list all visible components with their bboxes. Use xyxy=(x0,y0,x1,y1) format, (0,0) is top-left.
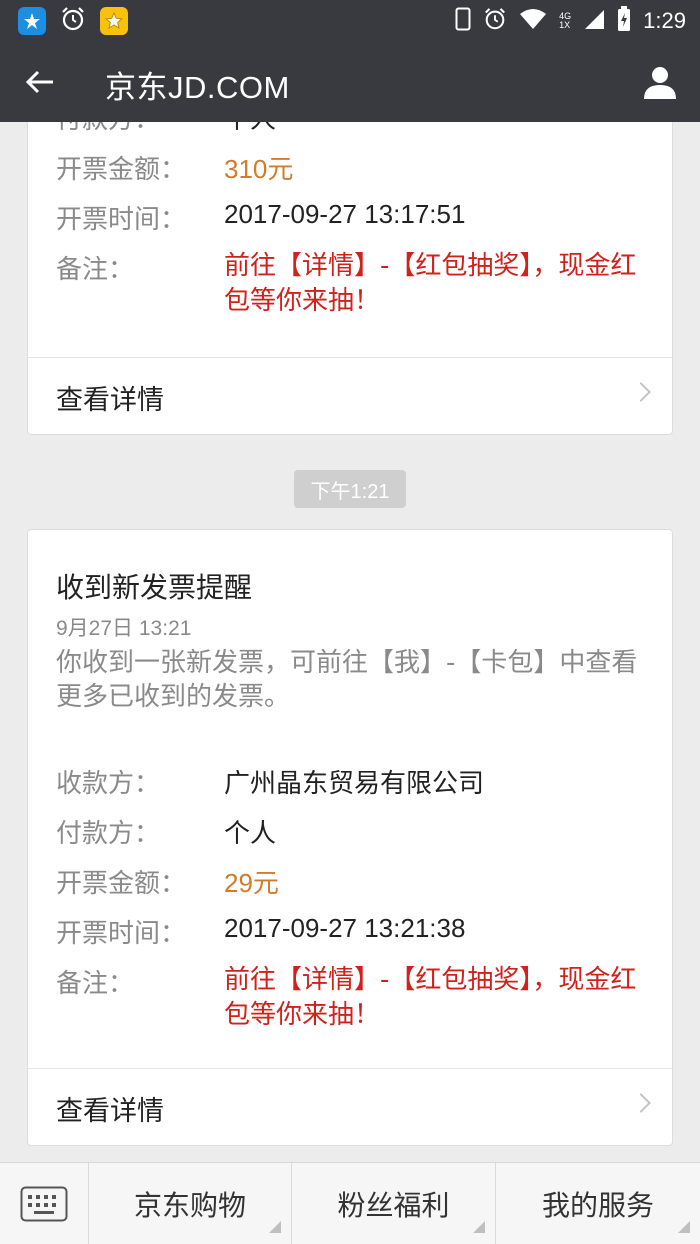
network-sub-label: 1X xyxy=(559,20,571,30)
invoice-time-value: 2017-09-27 13:17:51 xyxy=(224,199,466,229)
keyboard-toggle-button[interactable] xyxy=(0,1163,88,1244)
message-title: 收到新发票提醒 xyxy=(56,571,253,604)
amount-label: 开票金额： xyxy=(56,155,187,185)
phone-frame-icon xyxy=(455,7,471,35)
invoice-message-card: 付款方： 个人 开票金额： 310元 开票时间： 2017-09-27 13:1… xyxy=(27,122,673,435)
payer-label: 付款方： xyxy=(56,819,161,849)
payer-value: 个人 xyxy=(224,122,276,136)
remark-label: 备注： xyxy=(56,255,135,285)
payer-row: 付款方： 个人 xyxy=(56,122,276,136)
view-details-button[interactable]: 查看详情 xyxy=(28,358,672,436)
keyboard-icon xyxy=(20,1186,68,1222)
signal-icon xyxy=(583,8,605,34)
chevron-right-icon xyxy=(631,382,651,402)
title-bar: 京东JD.COM xyxy=(0,42,700,122)
view-details-button[interactable]: 查看详情 xyxy=(28,1069,672,1147)
star-app-icon xyxy=(100,7,128,35)
menu-fan-benefits[interactable]: 粉丝福利 xyxy=(291,1163,495,1244)
payee-label: 收款方： xyxy=(56,769,161,799)
menu-label: 粉丝福利 xyxy=(337,1189,450,1222)
amount-row: 开票金额： 29元 xyxy=(56,863,279,900)
message-body: 你收到一张新发票，可前往【我】-【卡包】中查看更多已收到的发票。 xyxy=(56,648,638,712)
amount-value: 29元 xyxy=(224,868,279,898)
payee-value: 广州晶东贸易有限公司 xyxy=(224,768,485,798)
invoice-time-row: 开票时间： 2017-09-27 13:17:51 xyxy=(56,199,465,236)
invoice-time-row: 开票时间： 2017-09-27 13:21:38 xyxy=(56,913,465,950)
network-type: 4G 1X xyxy=(559,12,571,30)
wifi-icon xyxy=(519,8,547,34)
battery-icon xyxy=(617,6,631,36)
submenu-indicator-icon xyxy=(473,1221,485,1233)
payer-value: 个人 xyxy=(224,818,277,848)
amount-label: 开票金额： xyxy=(56,869,187,899)
qq-icon xyxy=(18,7,46,35)
alarm-icon xyxy=(60,6,86,36)
alarm-icon xyxy=(483,7,507,35)
amount-value: 310元 xyxy=(224,154,294,184)
invoice-time-label: 开票时间： xyxy=(56,205,187,235)
view-details-label: 查看详情 xyxy=(56,385,164,416)
status-bar-right: 4G 1X 1:29 xyxy=(455,6,686,36)
message-timestamp: 下午1:21 xyxy=(294,470,406,508)
amount-row: 开票金额： 310元 xyxy=(56,149,293,186)
chevron-right-icon xyxy=(631,1093,651,1113)
invoice-message-card: 收到新发票提醒 9月27日 13:21 你收到一张新发票，可前往【我】-【卡包】… xyxy=(27,529,673,1146)
status-bar-left xyxy=(18,6,128,36)
submenu-indicator-icon xyxy=(678,1221,690,1233)
back-button[interactable] xyxy=(18,62,62,102)
remark-row: 备注： 前往【详情】-【红包抽奖】，现金红包等你来抽！ xyxy=(56,249,644,319)
back-arrow-icon xyxy=(25,70,53,94)
person-icon xyxy=(644,67,676,99)
payer-row: 付款方： 个人 xyxy=(56,813,276,850)
profile-button[interactable] xyxy=(638,60,682,104)
invoice-time-label: 开票时间： xyxy=(56,919,187,949)
view-details-label: 查看详情 xyxy=(56,1096,164,1127)
remark-row: 备注： 前往【详情】-【红包抽奖】，现金红包等你来抽！ xyxy=(56,963,644,1033)
menu-jd-shopping[interactable]: 京东购物 xyxy=(88,1163,291,1244)
payee-row: 收款方： 广州晶东贸易有限公司 xyxy=(56,763,484,800)
clock: 1:29 xyxy=(643,8,686,33)
menu-label: 京东购物 xyxy=(133,1189,246,1222)
payer-label: 付款方： xyxy=(56,122,224,136)
remark-value: 前往【详情】-【红包抽奖】，现金红包等你来抽！ xyxy=(224,965,637,1030)
menu-label: 我的服务 xyxy=(541,1189,654,1222)
bottom-menu-bar: 京东购物 粉丝福利 我的服务 xyxy=(0,1162,700,1244)
remark-label: 备注： xyxy=(56,969,135,999)
message-date: 9月27日 13:21 xyxy=(56,617,192,640)
menu-my-services[interactable]: 我的服务 xyxy=(495,1163,700,1244)
submenu-indicator-icon xyxy=(269,1221,281,1233)
invoice-time-value: 2017-09-27 13:21:38 xyxy=(224,913,466,943)
status-bar: 4G 1X 1:29 xyxy=(0,0,700,42)
page-title: 京东JD.COM xyxy=(105,70,290,105)
message-list[interactable]: 付款方： 个人 开票金额： 310元 开票时间： 2017-09-27 13:1… xyxy=(0,122,700,1162)
remark-value: 前往【详情】-【红包抽奖】，现金红包等你来抽！ xyxy=(224,251,637,316)
